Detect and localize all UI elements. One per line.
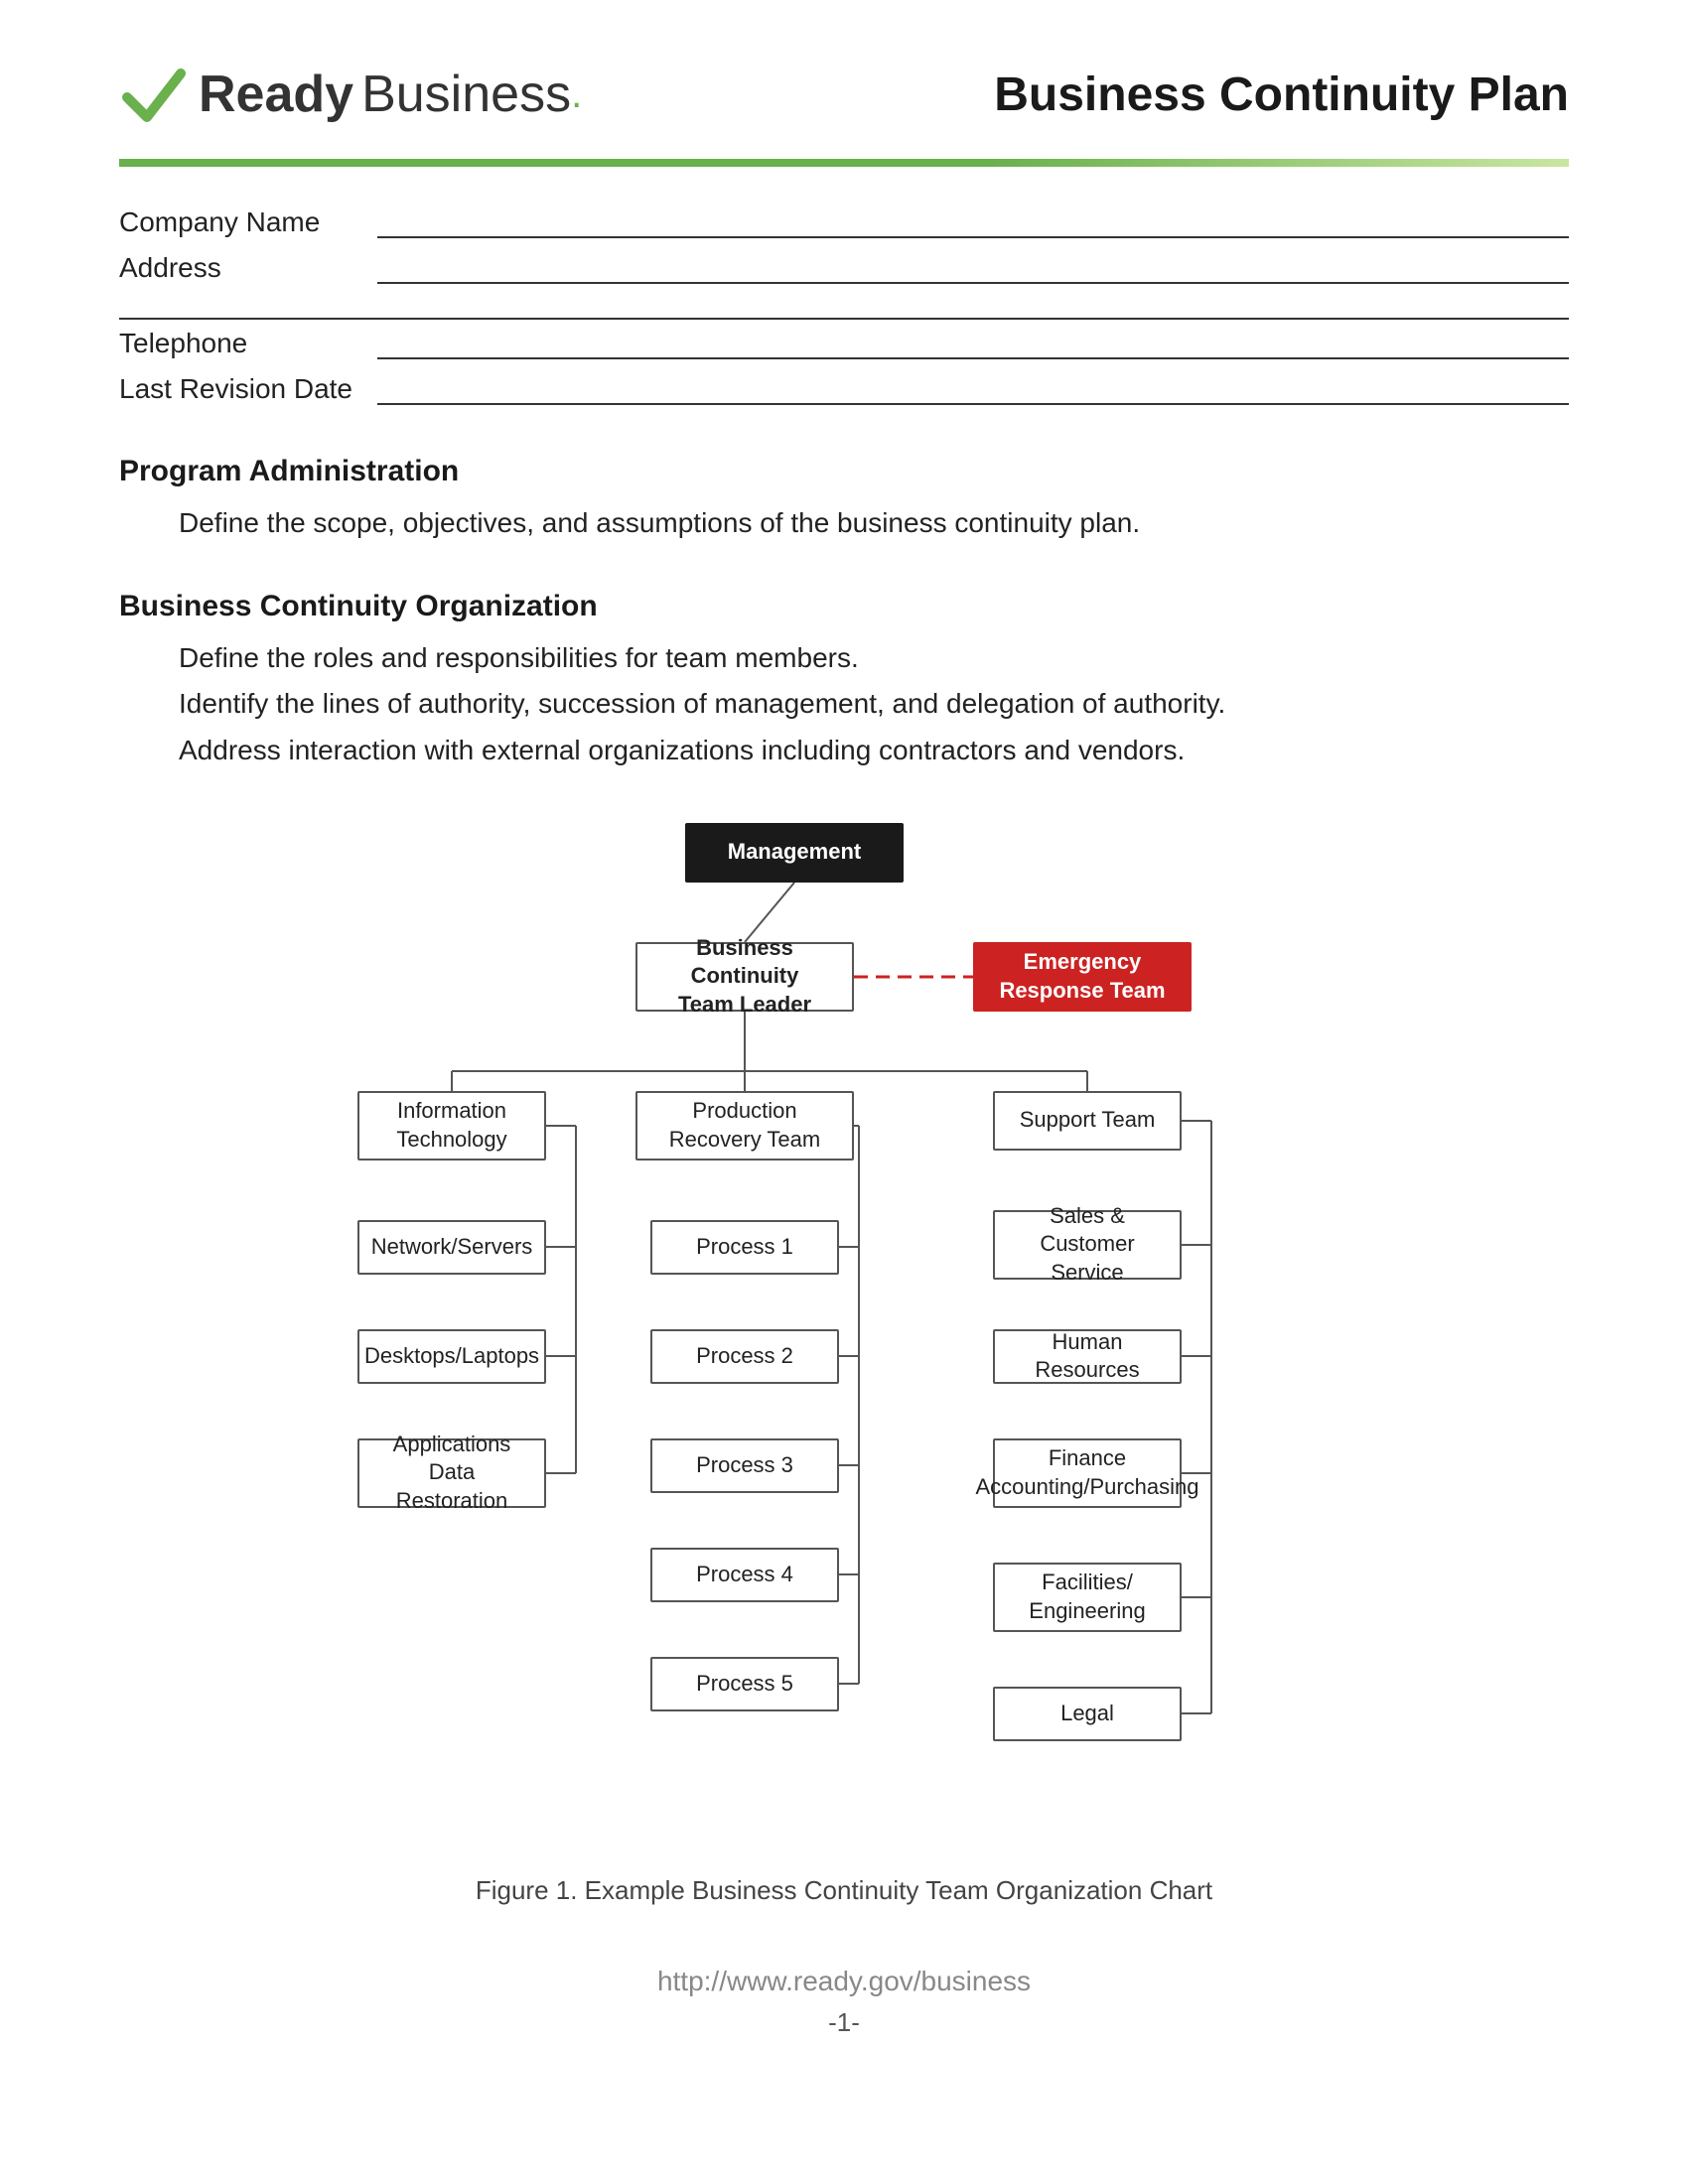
figure-caption: Figure 1. Example Business Continuity Te… <box>476 1875 1212 1906</box>
node-process3: Process 3 <box>650 1438 839 1493</box>
address-label: Address <box>119 252 377 284</box>
footer-url: http://www.ready.gov/business <box>119 1966 1569 1997</box>
node-it: InformationTechnology <box>357 1091 546 1160</box>
node-production: ProductionRecovery Team <box>635 1091 854 1160</box>
checkmark-icon <box>119 60 189 129</box>
bco-line3: Address interaction with external organi… <box>179 728 1569 773</box>
program-admin-body: Define the scope, objectives, and assump… <box>119 500 1569 546</box>
form-company-section: Company Name Address <box>119 206 1569 290</box>
logo-dot-text: . <box>571 72 582 117</box>
address-underline[interactable] <box>377 252 1569 284</box>
company-row: Company Name <box>119 206 1569 244</box>
node-hr: Human Resources <box>993 1329 1182 1384</box>
program-admin-section: Program Administration Define the scope,… <box>119 455 1569 546</box>
node-facilities: Facilities/Engineering <box>993 1563 1182 1632</box>
node-desktops: Desktops/Laptops <box>357 1329 546 1384</box>
form-divider-1 <box>119 318 1569 320</box>
bco-line1: Define the roles and responsibilities fo… <box>179 635 1569 681</box>
program-admin-heading: Program Administration <box>119 455 1569 488</box>
node-support: Support Team <box>993 1091 1182 1151</box>
logo-ready-text: Ready <box>199 65 353 124</box>
company-underline[interactable] <box>377 206 1569 238</box>
telephone-row: Telephone <box>119 328 1569 365</box>
logo-area: Ready Business . <box>119 60 582 129</box>
bco-section: Business Continuity Organization Define … <box>119 590 1569 773</box>
header: Ready Business . Business Continuity Pla… <box>119 60 1569 149</box>
node-management: Management <box>685 823 904 883</box>
org-chart: Management Business ContinuityTeam Leade… <box>298 823 1390 1855</box>
program-admin-text: Define the scope, objectives, and assump… <box>179 507 1140 538</box>
address-row: Address <box>119 252 1569 290</box>
node-legal: Legal <box>993 1687 1182 1741</box>
node-finance: FinanceAccounting/Purchasing <box>993 1438 1182 1508</box>
bco-body: Define the roles and responsibilities fo… <box>119 635 1569 773</box>
company-label: Company Name <box>119 206 377 238</box>
node-process1: Process 1 <box>650 1220 839 1275</box>
node-process4: Process 4 <box>650 1548 839 1602</box>
node-process5: Process 5 <box>650 1657 839 1711</box>
revision-row: Last Revision Date <box>119 373 1569 411</box>
logo-business-text: Business <box>361 65 571 124</box>
form-contact-section: Telephone Last Revision Date <box>119 328 1569 411</box>
revision-underline[interactable] <box>377 373 1569 405</box>
node-apps: ApplicationsData Restoration <box>357 1438 546 1508</box>
page: Ready Business . Business Continuity Pla… <box>0 0 1688 2184</box>
telephone-underline[interactable] <box>377 328 1569 359</box>
bco-heading: Business Continuity Organization <box>119 590 1569 623</box>
node-network: Network/Servers <box>357 1220 546 1275</box>
org-chart-container: Management Business ContinuityTeam Leade… <box>119 823 1569 1906</box>
revision-label: Last Revision Date <box>119 373 377 405</box>
node-emergency-response: EmergencyResponse Team <box>973 942 1192 1012</box>
node-sales: Sales & CustomerService <box>993 1210 1182 1280</box>
green-divider <box>119 159 1569 167</box>
node-bc-leader: Business ContinuityTeam Leader <box>635 942 854 1012</box>
node-process2: Process 2 <box>650 1329 839 1384</box>
footer-page: -1- <box>119 2007 1569 2038</box>
page-title: Business Continuity Plan <box>994 68 1569 122</box>
bco-line2: Identify the lines of authority, success… <box>179 681 1569 727</box>
telephone-label: Telephone <box>119 328 377 359</box>
